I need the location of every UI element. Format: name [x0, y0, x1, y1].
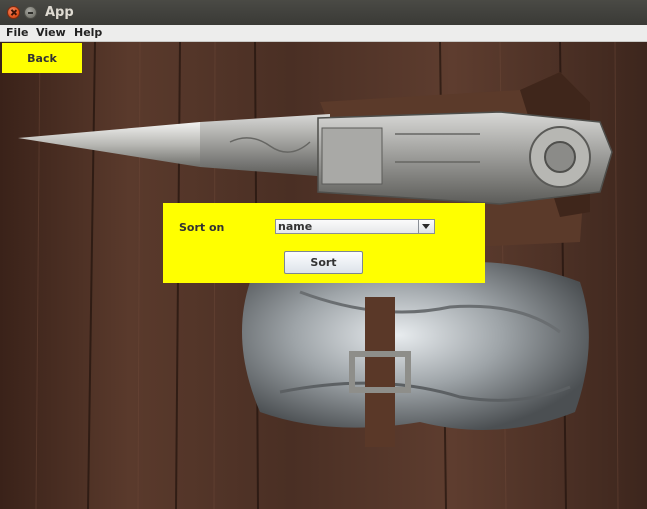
menu-file[interactable]: File: [6, 26, 29, 39]
back-button-label: Back: [27, 51, 57, 65]
menu-view[interactable]: View: [36, 26, 66, 39]
sort-field-select[interactable]: name: [275, 219, 435, 234]
menu-help[interactable]: Help: [74, 26, 102, 39]
sort-panel: Sort on name Sort: [163, 203, 485, 283]
close-icon[interactable]: [7, 6, 20, 19]
sort-field-value: name: [278, 220, 313, 233]
window-title: App: [45, 5, 74, 20]
chevron-down-icon[interactable]: [418, 220, 434, 233]
menu-bar: File View Help: [0, 25, 647, 42]
minimize-icon[interactable]: [24, 6, 37, 19]
sort-on-label: Sort on: [179, 221, 225, 234]
title-bar: App: [0, 0, 647, 25]
sort-button[interactable]: Sort: [284, 251, 363, 274]
sort-button-label: Sort: [310, 256, 337, 269]
back-button[interactable]: Back: [2, 43, 82, 73]
